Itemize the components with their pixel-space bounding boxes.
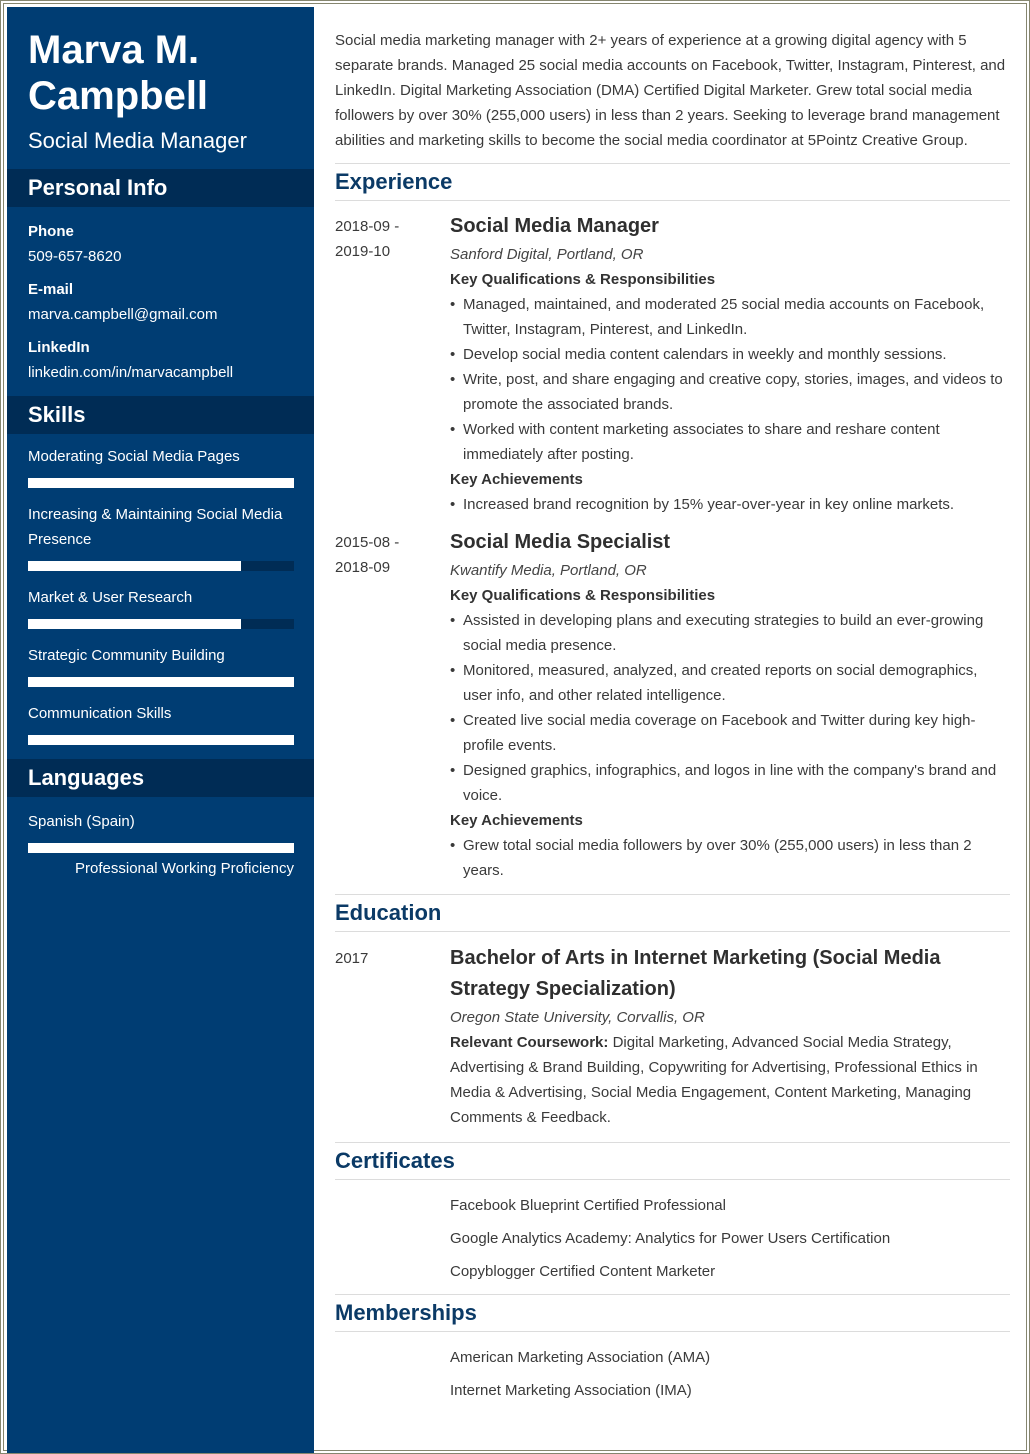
list-item: Managed, maintained, and moderated 25 so… [450, 292, 1010, 342]
skill-level-fill [28, 735, 294, 745]
education-details: Bachelor of Arts in Internet Marketing (… [450, 943, 1010, 1130]
school-name: Oregon State University, Corvallis, OR [450, 1009, 705, 1026]
skill-item: Moderating Social Media Pages [28, 444, 294, 488]
achievements-list: Grew total social media followers by ove… [450, 833, 1010, 883]
skill-level-bar [28, 478, 294, 488]
skill-name: Strategic Community Building [28, 647, 225, 664]
experience-heading: Experience [335, 163, 1010, 201]
email-value[interactable]: marva.campbell@gmail.com [28, 305, 293, 325]
job-dates: 2015-08 - 2018-09 [335, 530, 450, 883]
language-level-label: Professional Working Proficiency [75, 860, 294, 877]
job-entry: 2015-08 - 2018-09 Social Media Specialis… [335, 530, 1010, 883]
skill-item: Strategic Community Building [28, 643, 294, 687]
list-item: Assisted in developing plans and executi… [450, 608, 1010, 658]
skill-level-bar [28, 677, 294, 687]
education-heading: Education [335, 894, 1010, 932]
list-item: Write, post, and share engaging and crea… [450, 367, 1010, 417]
job-company: Sanford Digital, Portland, OR [450, 246, 644, 263]
responsibilities-list: Assisted in developing plans and executi… [450, 608, 1010, 808]
skill-name: Increasing & Maintaining Social Media Pr… [28, 506, 283, 548]
list-item: Worked with content marketing associates… [450, 417, 1010, 467]
linkedin-label: LinkedIn [28, 339, 90, 356]
memberships-list: American Marketing Association (AMA) Int… [335, 1341, 1010, 1407]
list-item: Created live social media coverage on Fa… [450, 708, 1010, 758]
responsibilities-list: Managed, maintained, and moderated 25 so… [450, 292, 1010, 467]
memberships-heading: Memberships [335, 1294, 1010, 1332]
job-entry: 2018-09 - 2019-10 Social Media Manager S… [335, 214, 1010, 517]
job-date-end: 2019-10 [335, 243, 391, 260]
list-item: Facebook Blueprint Certified Professiona… [450, 1197, 726, 1214]
phone-label: Phone [28, 223, 74, 240]
skill-name: Moderating Social Media Pages [28, 448, 240, 465]
job-details: Social Media Manager Sanford Digital, Po… [450, 214, 1010, 517]
email-label: E-mail [28, 281, 74, 298]
candidate-role: Social Media Manager [28, 128, 247, 153]
skill-level-fill [28, 619, 241, 629]
job-details: Social Media Specialist Kwantify Media, … [450, 530, 1010, 883]
skills-heading: Skills [7, 396, 314, 434]
skills-list: Moderating Social Media Pages Increasing… [7, 434, 314, 745]
candidate-name: Marva M. Campbell [7, 7, 314, 119]
achievements-heading: Key Achievements [450, 812, 583, 829]
list-item: Designed graphics, infographics, and log… [450, 758, 1010, 808]
languages-heading: Languages [7, 759, 314, 797]
language-level-bar [28, 843, 294, 853]
job-title: Social Media Manager [450, 215, 659, 237]
skill-item: Communication Skills [28, 701, 294, 745]
resume-page: Marva M. Campbell Social Media Manager P… [0, 0, 1030, 1454]
skill-name: Market & User Research [28, 589, 193, 606]
language-level-fill [28, 843, 294, 853]
list-item: Develop social media content calendars i… [450, 342, 1010, 367]
coursework: Relevant Coursework: Digital Marketing, … [450, 1030, 1010, 1130]
language-name: Spanish (Spain) [28, 813, 135, 830]
linkedin-value[interactable]: linkedin.com/in/marvacampbell [28, 363, 293, 383]
list-item: Internet Marketing Association (IMA) [450, 1382, 692, 1399]
main-content: Social media marketing manager with 2+ y… [335, 28, 1010, 1407]
coursework-label: Relevant Coursework: [450, 1034, 609, 1051]
skill-level-fill [28, 677, 294, 687]
skill-item: Increasing & Maintaining Social Media Pr… [28, 502, 294, 571]
name-line-2: Campbell [28, 74, 209, 118]
summary: Social media marketing manager with 2+ y… [335, 32, 1006, 149]
sidebar: Marva M. Campbell Social Media Manager P… [7, 7, 314, 1453]
responsibilities-heading: Key Qualifications & Responsibilities [450, 271, 716, 288]
skill-level-fill [28, 478, 294, 488]
personal-info-heading: Personal Info [7, 169, 314, 207]
education-year: 2017 [335, 950, 369, 967]
list-item: Grew total social media followers by ove… [450, 833, 1010, 883]
job-dates: 2018-09 - 2019-10 [335, 214, 450, 517]
responsibilities-heading: Key Qualifications & Responsibilities [450, 587, 716, 604]
skill-name: Communication Skills [28, 705, 172, 722]
degree-title: Bachelor of Arts in Internet Marketing (… [450, 947, 941, 1000]
certificates-heading: Certificates [335, 1142, 1010, 1180]
certificates-list: Facebook Blueprint Certified Professiona… [335, 1189, 1010, 1288]
job-date-start: 2018-09 - [335, 218, 400, 235]
job-date-start: 2015-08 - [335, 534, 400, 551]
list-item: Increased brand recognition by 15% year-… [450, 492, 1010, 517]
job-title: Social Media Specialist [450, 531, 671, 553]
skill-item: Market & User Research [28, 585, 294, 629]
education-entry: 2017 Bachelor of Arts in Internet Market… [335, 943, 1010, 1130]
personal-info: Phone 509-657-8620 E-mail marva.campbell… [7, 207, 314, 383]
achievements-list: Increased brand recognition by 15% year-… [450, 492, 1010, 517]
skill-level-bar [28, 561, 294, 571]
list-item: Copyblogger Certified Content Marketer [450, 1263, 716, 1280]
skill-level-bar [28, 619, 294, 629]
achievements-heading: Key Achievements [450, 471, 583, 488]
skill-level-bar [28, 735, 294, 745]
job-company: Kwantify Media, Portland, OR [450, 562, 647, 579]
name-line-1: Marva M. [28, 28, 200, 72]
list-item: Google Analytics Academy: Analytics for … [450, 1230, 891, 1247]
language-item: Spanish (Spain) Professional Working Pro… [7, 797, 314, 879]
list-item: American Marketing Association (AMA) [450, 1349, 711, 1366]
skill-level-fill [28, 561, 241, 571]
list-item: Monitored, measured, analyzed, and creat… [450, 658, 1010, 708]
job-date-end: 2018-09 [335, 559, 391, 576]
phone-value: 509-657-8620 [28, 248, 122, 265]
